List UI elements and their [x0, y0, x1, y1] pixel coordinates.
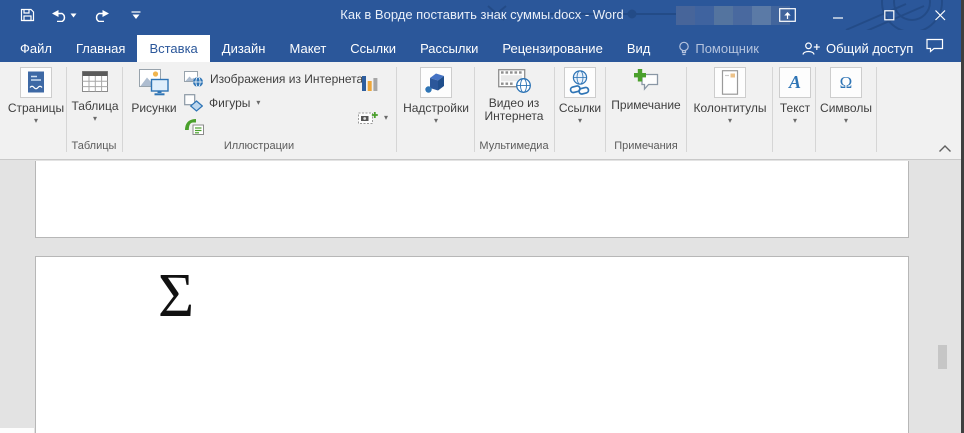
- tab-home[interactable]: Главная: [64, 35, 137, 62]
- maximize-button[interactable]: [879, 4, 901, 26]
- dropdown-icon: ▾: [256, 99, 260, 107]
- pictures-button[interactable]: Рисунки: [127, 67, 181, 115]
- screenshot-icon: [358, 110, 378, 126]
- header-footer-button[interactable]: Колонтитулы ▾: [690, 67, 770, 125]
- pages-iconbox: [20, 67, 52, 98]
- document-page-1[interactable]: [35, 161, 909, 238]
- group-label-comments: Примечания: [605, 140, 687, 152]
- pictures-icon: [139, 69, 169, 96]
- tab-insert[interactable]: Вставка: [137, 35, 209, 62]
- chart-icon: [362, 72, 378, 92]
- new-comment-icon: [634, 69, 659, 92]
- group-separator: [396, 67, 397, 152]
- group-separator: [686, 67, 687, 152]
- word-window: Как в Ворде поставить знак суммы.docx - …: [0, 0, 964, 433]
- group-label-media: Мультимедиа: [474, 140, 554, 152]
- online-pictures-icon: [184, 70, 204, 88]
- addins-cube-icon: [424, 71, 448, 94]
- symbols-iconbox: Ω: [830, 67, 862, 98]
- tab-file[interactable]: Файл: [8, 35, 64, 62]
- links-button[interactable]: Ссылки ▾: [557, 67, 603, 125]
- text-button[interactable]: A Текст ▾: [775, 67, 815, 125]
- dropdown-icon: ▾: [844, 117, 848, 125]
- horizontal-scrollbar-track: [0, 428, 34, 433]
- blurred-account-name: [676, 6, 790, 25]
- share-label: Общий доступ: [826, 41, 913, 56]
- chart-button[interactable]: [362, 72, 378, 92]
- online-video-icon: [498, 67, 531, 93]
- links-iconbox: [564, 67, 596, 98]
- shapes-icon: [184, 94, 203, 112]
- addins-iconbox: [420, 67, 452, 98]
- ribbon-display-options-icon[interactable]: [776, 4, 798, 26]
- smartart-icon: [184, 118, 204, 135]
- vertical-scrollbar-thumb[interactable]: [938, 345, 947, 369]
- assistant-label: Помощник: [695, 41, 759, 56]
- minimize-button[interactable]: [827, 4, 849, 26]
- group-label-illustrations: Иллюстрации: [123, 140, 395, 152]
- shapes-button[interactable]: Фигуры ▾: [184, 94, 260, 112]
- assistant-tab[interactable]: Помощник: [668, 35, 769, 62]
- links-globe-icon: [568, 70, 592, 96]
- online-pictures-button[interactable]: Изображения из Интернета: [184, 70, 363, 88]
- person-plus-icon: [802, 42, 820, 55]
- omega-icon: Ω: [840, 73, 853, 93]
- tab-references[interactable]: Ссылки: [338, 35, 408, 62]
- titlebar: Как в Ворде поставить знак суммы.docx - …: [0, 0, 964, 30]
- close-button[interactable]: [930, 4, 952, 26]
- tab-mailings[interactable]: Рассылки: [408, 35, 490, 62]
- smartart-button[interactable]: [184, 118, 204, 135]
- addins-button[interactable]: Надстройки ▾: [401, 67, 471, 125]
- screenshot-button[interactable]: ▾: [358, 110, 388, 126]
- dropdown-icon: ▾: [93, 115, 97, 123]
- cover-page-icon: [25, 70, 47, 95]
- table-button[interactable]: Таблица ▾: [70, 67, 120, 123]
- group-separator: [554, 67, 555, 152]
- ribbon: Страницы ▾ Таблица ▾ Таблицы: [0, 62, 964, 160]
- collapse-ribbon-button[interactable]: [938, 140, 952, 158]
- document-area: Σ: [0, 161, 964, 433]
- group-separator: [876, 67, 877, 152]
- header-footer-icon: [720, 70, 740, 96]
- tab-view[interactable]: Вид: [615, 35, 663, 62]
- text-iconbox: A: [779, 67, 811, 98]
- feedback-bubble-icon[interactable]: [926, 38, 944, 58]
- dropdown-icon: ▾: [384, 114, 388, 122]
- dropdown-icon: ▾: [793, 117, 797, 125]
- group-separator: [772, 67, 773, 152]
- lightbulb-icon: [678, 41, 690, 57]
- dropdown-icon: ▾: [34, 117, 38, 125]
- comment-button[interactable]: Примечание: [609, 67, 683, 112]
- header-footer-iconbox: [714, 67, 746, 98]
- window-controls: [776, 0, 952, 30]
- dropdown-icon: ▾: [434, 117, 438, 125]
- text-a-icon: A: [789, 72, 801, 93]
- group-separator: [815, 67, 816, 152]
- sigma-symbol: Σ: [158, 265, 194, 327]
- tab-review[interactable]: Рецензирование: [490, 35, 614, 62]
- table-icon: [82, 71, 108, 93]
- document-page-2[interactable]: Σ: [35, 256, 909, 433]
- group-label-tables: Таблицы: [62, 140, 126, 152]
- chevron-up-icon: [938, 144, 952, 153]
- online-video-button[interactable]: Видео из Интернета: [478, 67, 550, 123]
- dropdown-icon: ▾: [728, 117, 732, 125]
- symbols-button[interactable]: Ω Символы ▾: [818, 67, 874, 125]
- tab-design[interactable]: Дизайн: [210, 35, 278, 62]
- pages-button[interactable]: Страницы ▾: [8, 67, 64, 125]
- tab-layout[interactable]: Макет: [277, 35, 338, 62]
- share-button[interactable]: Общий доступ: [802, 35, 913, 62]
- dropdown-icon: ▾: [578, 117, 582, 125]
